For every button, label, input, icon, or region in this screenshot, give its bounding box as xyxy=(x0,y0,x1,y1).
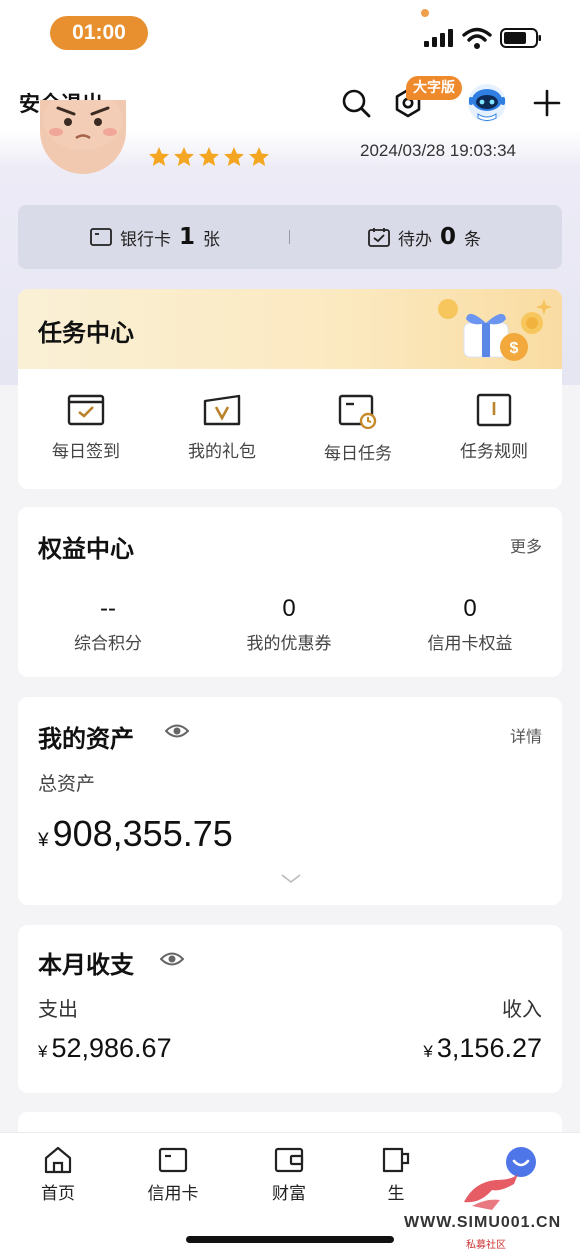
task-item-label: 任务规则 xyxy=(460,442,528,462)
expense-amount[interactable]: ¥52,986.67 xyxy=(38,1033,172,1064)
watermark-text: WWW.SIMU001.CN xyxy=(404,1214,562,1231)
income-value: 3,156.27 xyxy=(436,1033,542,1063)
battery-icon xyxy=(500,28,541,48)
bank-card-count: 1 xyxy=(179,224,196,250)
expense-value: 52,986.67 xyxy=(51,1033,172,1063)
star-icon xyxy=(149,147,169,166)
points-label: 综合积分 xyxy=(74,634,142,654)
rights-more-link[interactable]: 更多 xyxy=(510,533,542,557)
rights-center-card: 权益中心 更多 -- 综合积分 0 我的优惠券 0 信用卡权益 xyxy=(18,507,562,677)
tab-label: 财富 xyxy=(272,1184,306,1204)
status-bar: 01:00 xyxy=(0,0,580,70)
credit-rights-label: 信用卡权益 xyxy=(427,634,513,654)
currency-symbol: ¥ xyxy=(38,1042,48,1061)
total-assets-label: 总资产 xyxy=(38,773,96,795)
search-icon[interactable] xyxy=(341,88,371,118)
my-assets-card: 我的资产 详情 总资产 ¥908,355.75 xyxy=(18,697,562,905)
points-value: -- xyxy=(100,595,116,622)
gift-coins-illustration-icon: $ xyxy=(438,299,552,361)
todo-label: 待办 xyxy=(398,229,432,250)
task-center-banner[interactable]: 任务中心 $ xyxy=(18,289,562,369)
star-icon xyxy=(174,147,194,166)
income-amount[interactable]: ¥3,156.27 xyxy=(423,1033,542,1064)
todo-summary[interactable]: 待办 0 条 xyxy=(368,205,481,269)
daily-task-icon xyxy=(338,394,377,429)
status-time: 01:00 xyxy=(50,16,148,50)
bank-card-label: 银行卡 xyxy=(120,229,171,250)
task-daily-checkin[interactable]: 每日签到 xyxy=(18,393,154,462)
gift-icon xyxy=(203,394,241,426)
large-font-mode-badge[interactable]: 大字版 xyxy=(406,76,462,100)
assets-title: 我的资产 xyxy=(38,725,134,753)
tab-label: 首页 xyxy=(41,1184,75,1204)
robot-assistant-icon[interactable] xyxy=(466,82,508,124)
todo-calendar-icon xyxy=(368,228,390,247)
task-my-gift[interactable]: 我的礼包 xyxy=(154,393,290,462)
wallet-icon xyxy=(274,1147,304,1173)
task-rules[interactable]: 任务规则 xyxy=(426,393,562,462)
currency-symbol: ¥ xyxy=(38,830,49,851)
task-daily-tasks[interactable]: 每日任务 xyxy=(290,393,426,464)
expense-label: 支出 xyxy=(38,997,78,1021)
total-assets-value: 908,355.75 xyxy=(52,813,233,854)
cellular-signal-icon xyxy=(424,29,453,47)
task-item-label: 每日签到 xyxy=(52,442,120,462)
privacy-indicator-dot xyxy=(421,9,429,17)
total-assets-amount: ¥908,355.75 xyxy=(38,813,233,855)
star-icon xyxy=(249,147,269,166)
income-label: 收入 xyxy=(502,997,542,1021)
coupons-value: 0 xyxy=(282,595,296,622)
coupons-stat[interactable]: 0 我的优惠券 xyxy=(199,595,379,654)
chevron-down-icon[interactable] xyxy=(281,874,301,884)
todo-count: 0 xyxy=(440,224,457,250)
wifi-icon xyxy=(462,27,492,49)
last-login-time: 2024/03/28 19:03:34 xyxy=(360,141,516,160)
task-center-title: 任务中心 xyxy=(38,319,134,347)
credit-card-icon xyxy=(158,1147,188,1173)
coupons-label: 我的优惠券 xyxy=(246,634,332,654)
star-icon xyxy=(224,147,244,166)
tab-home[interactable]: 首页 xyxy=(18,1145,98,1204)
todo-unit: 条 xyxy=(464,229,482,250)
rights-center-title: 权益中心 xyxy=(38,535,134,563)
user-level-stars xyxy=(148,146,270,168)
task-center-card: 任务中心 $ 每日签到 我的礼包 每日任务 任务规则 xyxy=(18,289,562,489)
star-icon xyxy=(199,147,219,166)
checkin-icon xyxy=(67,394,105,426)
points-stat[interactable]: -- 综合积分 xyxy=(18,595,198,654)
tab-credit-card[interactable]: 信用卡 xyxy=(133,1145,213,1204)
home-indicator[interactable] xyxy=(186,1236,394,1243)
tab-label: 信用卡 xyxy=(147,1184,199,1204)
bank-card-icon xyxy=(90,228,112,246)
currency-symbol: ¥ xyxy=(423,1042,433,1061)
tab-wealth[interactable]: 财富 xyxy=(249,1145,329,1204)
add-plus-icon[interactable] xyxy=(533,89,561,117)
eye-visibility-icon[interactable] xyxy=(165,723,189,739)
eye-visibility-icon[interactable] xyxy=(160,951,184,967)
monthly-summary-card: 本月收支 支出 收入 ¥52,986.67 ¥3,156.27 xyxy=(18,925,562,1093)
quick-bar-divider xyxy=(289,230,290,244)
bank-card-unit: 张 xyxy=(203,229,221,250)
watermark-subtext: 私募社区 xyxy=(466,1240,506,1251)
svg-text:$: $ xyxy=(510,340,519,357)
monthly-title: 本月收支 xyxy=(38,951,134,979)
home-icon xyxy=(44,1146,72,1174)
credit-rights-value: 0 xyxy=(463,595,477,622)
assets-detail-link[interactable]: 详情 xyxy=(510,723,542,747)
task-item-label: 每日任务 xyxy=(324,444,392,464)
task-item-label: 我的礼包 xyxy=(188,442,256,462)
account-quick-bar: 银行卡 1 张 待办 0 条 xyxy=(18,205,562,269)
rules-book-icon xyxy=(476,393,512,427)
credit-rights-stat[interactable]: 0 信用卡权益 xyxy=(380,595,560,654)
bank-card-summary[interactable]: 银行卡 1 张 xyxy=(90,205,220,269)
